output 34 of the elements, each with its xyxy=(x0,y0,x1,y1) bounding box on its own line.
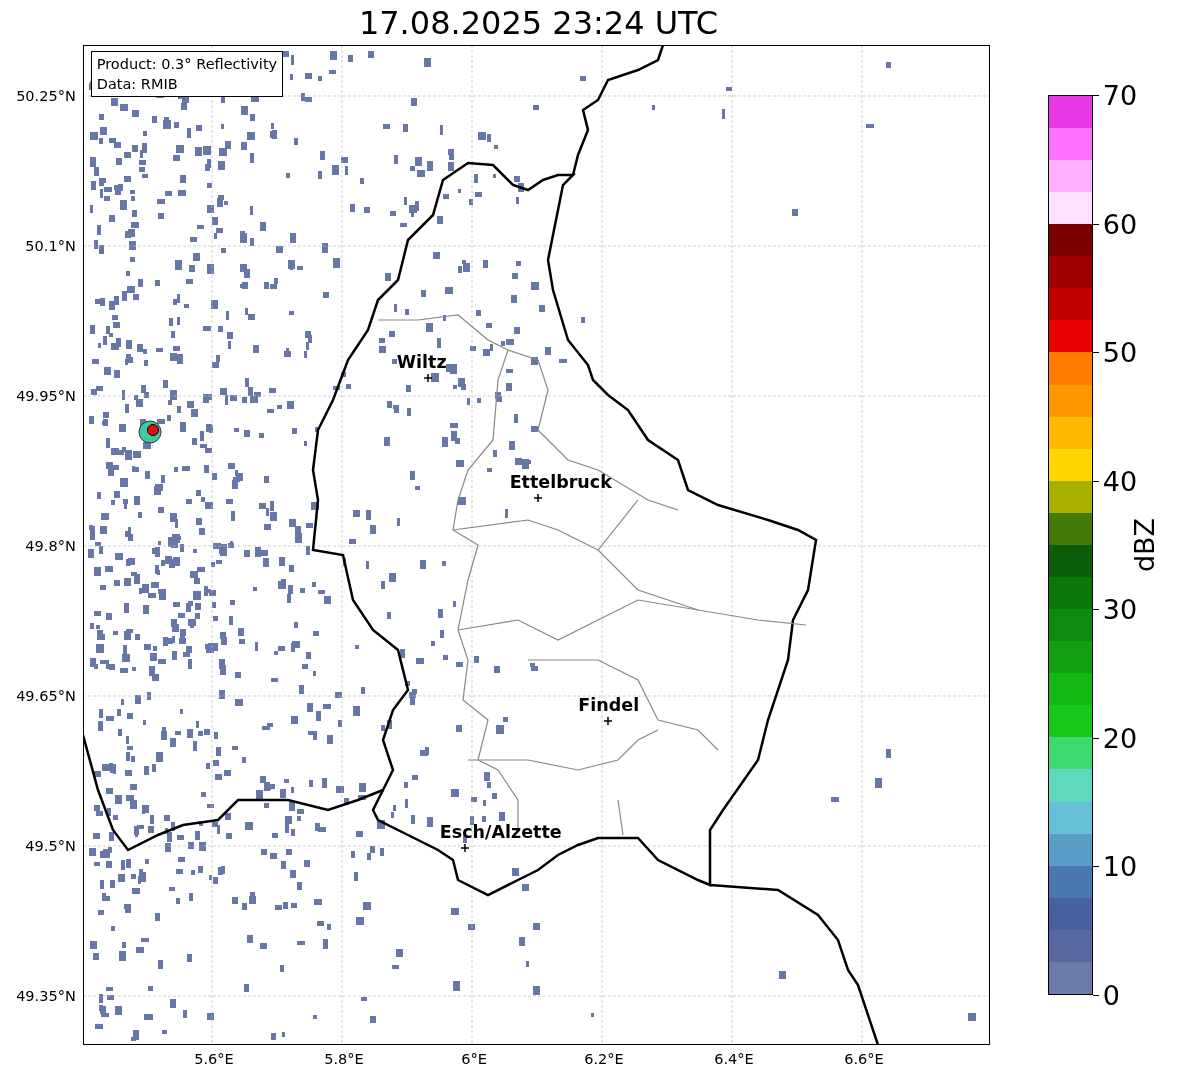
longitude-label: 5.8°E xyxy=(324,1051,364,1067)
longitude-label: 5.6°E xyxy=(194,1051,234,1067)
latitude-label: 49.5°N xyxy=(25,838,76,854)
latitude-label: 50.1°N xyxy=(25,238,76,254)
radar-center-icon xyxy=(146,424,159,436)
scale-label: 30 xyxy=(1102,593,1138,625)
chart-title: 17.08.2025 23:24 UTC xyxy=(358,3,719,42)
latitude-label: 49.95°N xyxy=(16,388,76,404)
scale-label: 40 xyxy=(1102,465,1138,497)
scale-unit-label: dBZ xyxy=(1128,517,1160,573)
scale-label: 10 xyxy=(1102,850,1138,882)
city-label: Wiltz xyxy=(396,352,447,372)
city-marker-icon xyxy=(460,843,470,853)
city-label: Ettelbruck xyxy=(509,472,612,492)
info-text: Product: 0.3° Reflectivity xyxy=(96,55,278,74)
scale-label: 0 xyxy=(1102,979,1120,1011)
city-marker-icon xyxy=(423,373,433,383)
latitude-label: 49.35°N xyxy=(16,988,76,1004)
city-label: Esch/Alzette xyxy=(439,822,562,842)
longitude-label: 6°E xyxy=(461,1051,487,1067)
latitude-label: 49.8°N xyxy=(25,538,76,554)
longitude-label: 6.2°E xyxy=(584,1051,624,1067)
city-marker-icon xyxy=(603,716,613,726)
latitude-label: 49.65°N xyxy=(16,688,76,704)
scale-label: 50 xyxy=(1102,336,1138,368)
city-label: Findel xyxy=(578,695,640,715)
longitude-label: 6.4°E xyxy=(714,1051,754,1067)
longitude-label: 6.6°E xyxy=(844,1051,884,1067)
scale-label: 20 xyxy=(1102,722,1138,754)
latitude-label: 50.25°N xyxy=(16,88,76,104)
scale-label: 70 xyxy=(1102,79,1138,111)
scale-label: 60 xyxy=(1102,208,1138,240)
info-text: Data: RMIB xyxy=(96,75,179,94)
city-marker-icon xyxy=(533,493,543,503)
